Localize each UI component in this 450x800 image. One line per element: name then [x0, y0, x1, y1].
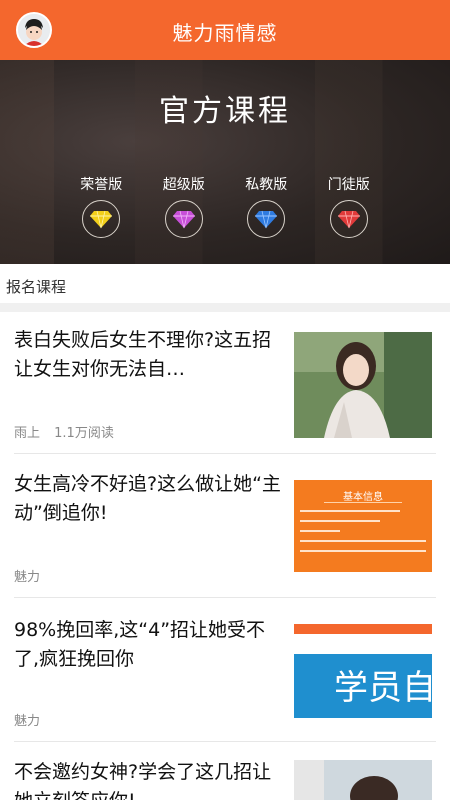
article-thumbnail — [294, 332, 432, 438]
article-author: 魅力 — [14, 570, 41, 585]
diamond-icon — [247, 200, 286, 238]
tier-label: 超级版 — [162, 177, 205, 193]
tier-super[interactable]: 超级版 — [146, 174, 222, 238]
thumbnail-caption: 基本信息 — [343, 492, 383, 503]
tier-private[interactable]: 私教版 — [228, 174, 304, 238]
tier-list: 荣誉版 超级版 私教版 门徒版 — [60, 174, 390, 238]
article-author: 魅力 — [14, 714, 41, 729]
list-item[interactable]: 表白失败后女生不理你?这五招让女生对你无法自… 雨上 1.1万阅读 — [0, 312, 450, 454]
page-title: 魅力雨情感 — [172, 21, 278, 45]
diamond-icon — [164, 200, 203, 238]
section-label: 报名课程 — [6, 278, 67, 296]
article-thumbnail: 基本信息 — [294, 480, 432, 572]
article-meta: 魅力 — [14, 710, 40, 729]
list-item[interactable]: 不会邀约女神?学会了这几招让她立刻答应你! — [0, 742, 450, 800]
tier-label: 门徒版 — [327, 177, 370, 193]
article-title: 98%挽回率,这“4”招让她受不了,疯狂挽回你 — [14, 619, 266, 670]
article-reads: 1.1万阅读 — [54, 426, 114, 441]
article-meta: 魅力 — [14, 566, 40, 585]
tier-label: 荣誉版 — [80, 177, 123, 193]
tier-label: 私教版 — [245, 177, 288, 193]
courses-banner[interactable]: 官方课程 荣誉版 超级版 私教版 门徒版 — [0, 60, 450, 264]
tier-disciple[interactable]: 门徒版 — [311, 174, 387, 238]
article-title: 女生高冷不好追?这么做让她“主动”倒追你! — [14, 473, 281, 524]
list-item[interactable]: 女生高冷不好追?这么做让她“主动”倒追你! 魅力 基本信息 — [0, 454, 450, 598]
thumbnail-caption: 学员自 — [334, 668, 432, 708]
article-title: 不会邀约女神?学会了这几招让她立刻答应你! — [14, 761, 272, 800]
app-bar: 魅力雨情感 — [0, 0, 450, 60]
tier-honor[interactable]: 荣誉版 — [63, 174, 139, 238]
diamond-icon — [82, 200, 121, 238]
article-title: 表白失败后女生不理你?这五招让女生对你无法自… — [14, 329, 272, 380]
article-meta: 雨上 1.1万阅读 — [14, 422, 114, 441]
article-author: 雨上 — [14, 426, 41, 441]
article-thumbnail — [294, 760, 432, 800]
banner-title: 官方课程 — [159, 94, 291, 129]
article-thumbnail: 学员自 — [294, 624, 432, 718]
diamond-icon — [329, 200, 368, 238]
list-item[interactable]: 98%挽回率,这“4”招让她受不了,疯狂挽回你 魅力 学员自 — [0, 598, 450, 742]
divider — [0, 303, 450, 312]
